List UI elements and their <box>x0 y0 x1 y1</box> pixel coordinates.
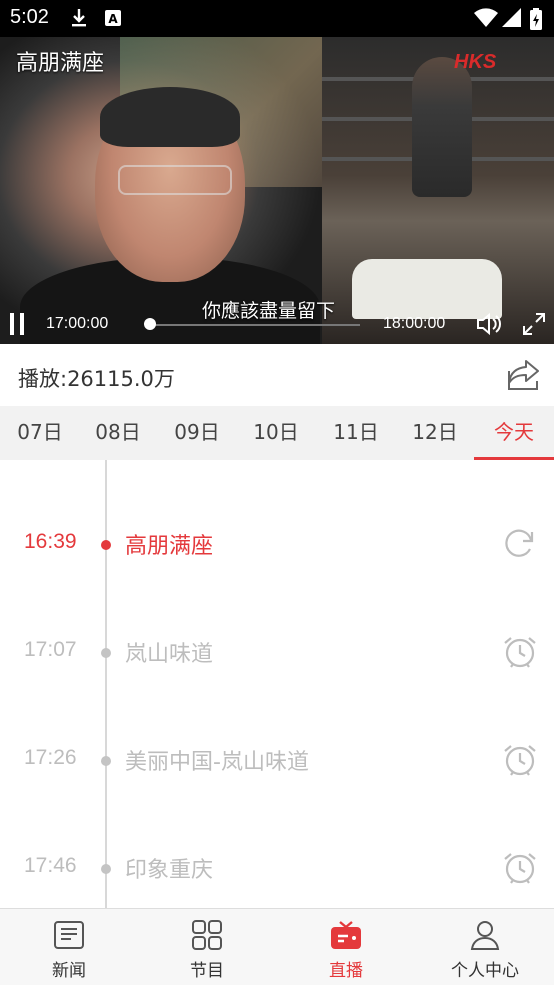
date-tab[interactable]: 11日 <box>316 406 396 460</box>
timeline-dot <box>101 540 111 550</box>
date-tabs: 07日 08日 09日 10日 11日 12日 今天 <box>0 406 554 460</box>
tab-live[interactable]: 直播 <box>277 909 415 985</box>
svg-text:A: A <box>108 12 118 26</box>
alarm-clock-icon[interactable] <box>502 742 538 782</box>
tab-news[interactable]: 新闻 <box>0 909 138 985</box>
share-icon[interactable] <box>506 357 542 397</box>
download-icon <box>70 8 88 32</box>
pause-icon[interactable] <box>10 313 26 335</box>
schedule-name: 高朋满座 <box>125 534 214 559</box>
date-tab[interactable]: 08日 <box>78 406 158 460</box>
progress-knob[interactable] <box>144 318 156 330</box>
tab-label: 个人中心 <box>451 961 519 981</box>
replay-icon[interactable] <box>502 526 536 564</box>
current-time: 17:00:00 <box>46 315 109 332</box>
alarm-clock-icon[interactable] <box>502 850 538 890</box>
date-tab-today[interactable]: 今天 <box>474 406 554 460</box>
alarm-clock-icon[interactable] <box>502 634 538 674</box>
schedule-time: 16:39 <box>24 530 77 553</box>
grid-icon <box>191 919 223 951</box>
video-player[interactable]: HKS 高朋满座 你應該盡量留下 17:00:00 18:00:00 <box>0 37 554 344</box>
video-title: 高朋满座 <box>16 51 105 76</box>
date-tab[interactable]: 07日 <box>0 406 80 460</box>
wifi-icon <box>474 8 498 32</box>
schedule-item[interactable]: 17:07 岚山味道 <box>0 582 554 690</box>
timeline-dot <box>101 648 111 658</box>
text-a-icon: A <box>104 8 122 32</box>
schedule-time: 17:26 <box>24 746 77 769</box>
schedule-name: 美丽中国-岚山味道 <box>125 750 309 775</box>
schedule-time: 17:46 <box>24 854 77 877</box>
fullscreen-icon[interactable] <box>522 312 546 340</box>
play-info-row: 播放:26115.0万 <box>0 344 554 406</box>
schedule-name: 印象重庆 <box>125 858 214 883</box>
video-frame-right <box>322 37 554 344</box>
date-tab[interactable]: 09日 <box>157 406 237 460</box>
status-bar: 5:02 A <box>0 0 554 37</box>
schedule-item[interactable]: 17:46 印象重庆 <box>0 798 554 906</box>
user-icon <box>469 919 501 951</box>
date-tab[interactable]: 12日 <box>395 406 475 460</box>
battery-icon <box>530 8 542 34</box>
schedule-item[interactable]: 17:26 美丽中国-岚山味道 <box>0 690 554 798</box>
date-tab[interactable]: 10日 <box>236 406 316 460</box>
volume-icon[interactable] <box>476 312 502 340</box>
schedule-time: 17:07 <box>24 638 77 661</box>
player-controls: 17:00:00 18:00:00 <box>0 307 554 344</box>
timeline-dot <box>101 864 111 874</box>
schedule-item-current[interactable]: 16:39 高朋满座 <box>0 474 554 582</box>
play-count: 播放:26115.0万 <box>18 367 175 391</box>
timeline-dot <box>101 756 111 766</box>
bottom-tab-bar: 新闻 节目 直播 个人中心 <box>0 908 554 985</box>
tab-label: 新闻 <box>52 961 86 981</box>
tab-label: 直播 <box>329 961 363 981</box>
tv-icon <box>330 919 362 951</box>
news-icon <box>53 919 85 951</box>
channel-logo: HKS <box>454 51 497 73</box>
tab-profile[interactable]: 个人中心 <box>416 909 554 985</box>
schedule-name: 岚山味道 <box>125 642 214 667</box>
signal-icon <box>502 8 522 32</box>
progress-track[interactable] <box>150 324 360 326</box>
status-time: 5:02 <box>10 6 49 28</box>
tab-label: 节目 <box>190 961 224 981</box>
tab-programs[interactable]: 节目 <box>138 909 276 985</box>
program-schedule: 16:39 高朋满座 17:07 岚山味道 17:26 美丽中国-岚山味道 17… <box>0 460 554 908</box>
end-time: 18:00:00 <box>383 315 446 332</box>
